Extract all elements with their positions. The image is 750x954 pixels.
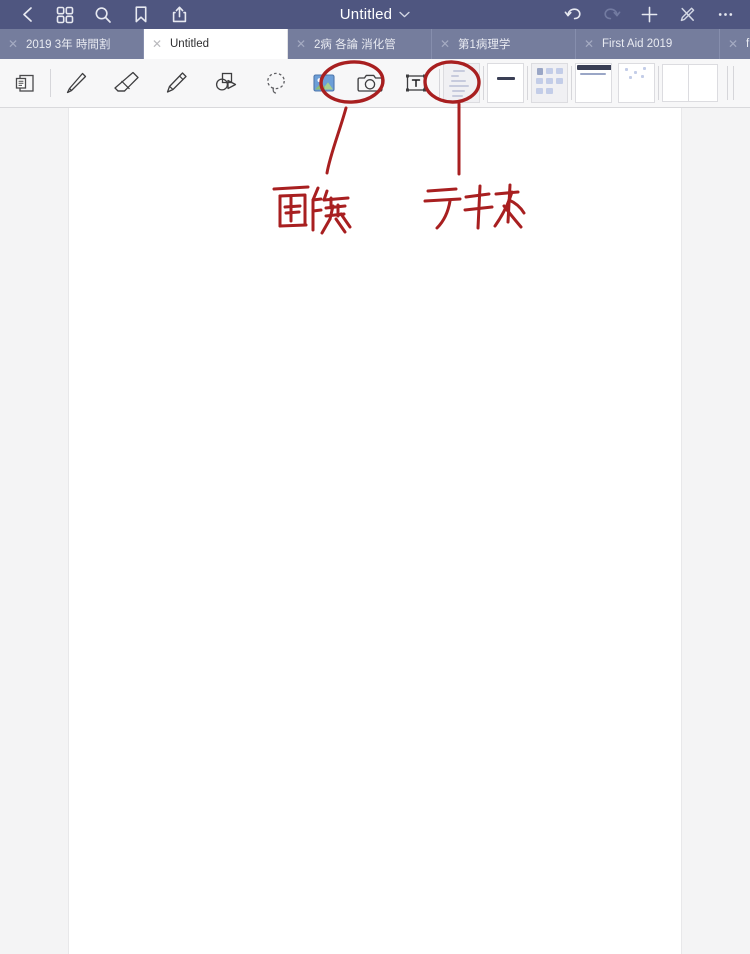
palm-rejection-button[interactable] [668, 0, 706, 29]
eraser-tool[interactable] [101, 59, 151, 107]
plus-icon [641, 6, 657, 23]
canvas-area[interactable] [0, 108, 750, 954]
tab-pathology-1[interactable]: ✕ 第1病理学 [432, 29, 576, 59]
page-title[interactable]: Untitled [340, 6, 392, 23]
highlighter-icon [166, 72, 187, 93]
template-thumb-grid[interactable] [531, 63, 568, 103]
pen-disabled-icon [680, 7, 694, 22]
tab-label: 2病 各論 消化管 [314, 39, 396, 51]
share-button[interactable] [160, 0, 198, 29]
bookmark-icon [135, 6, 147, 23]
tab-digestive-tract[interactable]: ✕ 2病 各論 消化管 [288, 29, 432, 59]
lasso-icon [267, 72, 285, 94]
tab-overflow[interactable]: ✕ fi [720, 29, 750, 59]
template-thumb-scatter[interactable] [618, 63, 655, 103]
thumbnails-button[interactable] [46, 0, 84, 29]
thumb-divider-1 [483, 66, 484, 100]
more-button[interactable] [706, 0, 744, 29]
shapes-icon [215, 72, 237, 91]
thumb-divider-4 [658, 66, 659, 100]
thumb-divider-2 [527, 66, 528, 100]
camera-tool[interactable] [347, 59, 393, 107]
share-icon [172, 6, 186, 23]
tab-2019-timetable[interactable]: ✕ 2019 3年 時間割 [0, 29, 144, 59]
shape-tool[interactable] [201, 59, 251, 107]
tab-close-icon[interactable]: ✕ [0, 38, 26, 50]
grid-icon [56, 6, 74, 23]
thumb-divider-3 [571, 66, 572, 100]
tab-label: 第1病理学 [458, 39, 511, 51]
top-bar-left-actions [0, 0, 198, 29]
template-thumbnail-strip [440, 59, 734, 107]
page-insert-tool[interactable] [0, 59, 50, 107]
search-button[interactable] [84, 0, 122, 29]
chevron-down-icon[interactable] [399, 11, 410, 18]
ellipsis-icon [718, 13, 732, 16]
image-icon [313, 74, 335, 92]
template-thumb-pair[interactable] [662, 61, 724, 105]
tab-label: First Aid 2019 [602, 38, 673, 50]
back-button[interactable] [8, 0, 46, 29]
undo-button[interactable] [554, 0, 592, 29]
text-tool[interactable] [393, 59, 439, 107]
bookmark-button[interactable] [122, 0, 160, 29]
note-page[interactable] [68, 108, 682, 954]
highlighter-tool[interactable] [151, 59, 201, 107]
tab-label: fi [746, 38, 750, 50]
tab-first-aid-2019[interactable]: ✕ First Aid 2019 [576, 29, 720, 59]
top-bar-right-actions [554, 0, 750, 29]
search-icon [95, 6, 111, 23]
image-tool[interactable] [301, 59, 347, 107]
editor-toolbar [0, 59, 750, 108]
pen-tool[interactable] [51, 59, 101, 107]
chevron-left-icon [22, 7, 32, 22]
camera-icon [357, 74, 383, 92]
tab-label: 2019 3年 時間割 [26, 39, 111, 51]
tab-close-icon[interactable]: ✕ [144, 38, 170, 50]
add-button[interactable] [630, 0, 668, 29]
template-thumb-notes[interactable] [443, 63, 480, 103]
undo-icon [564, 8, 581, 20]
top-bar: Untitled [0, 0, 750, 29]
tab-bar: ✕ 2019 3年 時間割 ✕ Untitled ✕ 2病 各論 消化管 ✕ 第… [0, 29, 750, 59]
template-thumb-blank[interactable] [487, 63, 524, 103]
lasso-tool[interactable] [251, 59, 301, 107]
redo-icon [603, 8, 620, 20]
template-thumb-dark-header[interactable] [575, 63, 612, 103]
page-insert-icon [15, 74, 34, 92]
thumb-divider-5 [727, 66, 728, 100]
tab-close-icon[interactable]: ✕ [576, 38, 602, 50]
tab-close-icon[interactable]: ✕ [288, 38, 314, 50]
pencil-icon [66, 72, 87, 94]
eraser-icon [114, 71, 139, 92]
tab-label: Untitled [170, 38, 209, 50]
tab-close-icon[interactable]: ✕ [432, 38, 458, 50]
text-box-icon [406, 74, 426, 92]
redo-button[interactable] [592, 0, 630, 29]
notability-window: Untitled ✕ 2019 3年 時間割 ✕ Untitled ✕ 2病 各… [0, 0, 750, 954]
thumb-divider-6 [733, 66, 734, 100]
tab-untitled[interactable]: ✕ Untitled [144, 29, 288, 59]
tab-close-icon[interactable]: ✕ [720, 38, 746, 50]
